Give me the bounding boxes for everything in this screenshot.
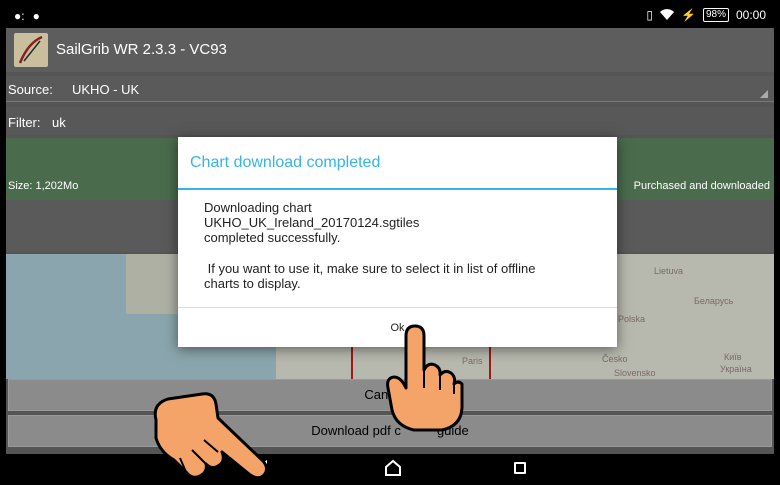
dialog-line: completed successfully. — [204, 230, 341, 245]
dialog-line: Downloading chart — [204, 200, 312, 215]
map-label-ukraina: Україна — [720, 364, 752, 374]
source-value: UKHO - UK — [72, 82, 140, 97]
dialog-line: charts to display. — [204, 276, 301, 291]
notification-icon: ●: — [14, 9, 25, 23]
status-bar: ●: ● ▯ ⚡ 98% 00:00 — [6, 4, 774, 28]
dialog-line: If you want to use it, make sure to sele… — [204, 261, 536, 276]
map-label-lietuva: Lietuva — [654, 266, 684, 276]
dialog-title: Chart download completed — [190, 154, 381, 171]
dialog-divider — [178, 188, 617, 190]
dropdown-arrow-icon — [760, 90, 768, 98]
vibrate-icon: ▯ — [646, 8, 653, 22]
dialog-line: UKHO_UK_Ireland_20170124.sgtiles — [204, 215, 420, 230]
hand-pointer-icon — [386, 324, 464, 432]
source-label: Source: — [8, 82, 53, 97]
filter-input[interactable] — [52, 111, 152, 133]
map-label-cesko: Česko — [602, 354, 628, 364]
map-label-belarus: Беларусь — [694, 296, 734, 306]
chart-size: Size: 1,202Mo — [8, 180, 79, 192]
android-icon: ● — [32, 9, 40, 23]
clock: 00:00 — [735, 8, 766, 22]
navigation-bar — [6, 454, 774, 482]
device-frame: ●: ● ▯ ⚡ 98% 00:00 SailGrib WR 2.3.3 - V… — [0, 0, 780, 485]
map-label-paris: Paris — [462, 356, 483, 366]
dialog-message: Downloading chart UKHO_UK_Ireland_201701… — [204, 200, 604, 291]
app-bar: SailGrib WR 2.3.3 - VC93 — [6, 28, 774, 72]
map-label-slovensko: Slovensko — [614, 368, 656, 378]
app-title: SailGrib WR 2.3.3 - VC93 — [56, 41, 227, 58]
map-label-kyiv: Київ — [724, 352, 742, 362]
filter-label: Filter: — [8, 115, 41, 130]
filter-row: Filter: — [6, 107, 774, 135]
source-dropdown[interactable]: Source: UKHO - UK — [6, 76, 774, 102]
app-logo — [14, 33, 48, 67]
wifi-icon — [660, 9, 674, 20]
battery-level: 98% — [702, 8, 729, 22]
recent-apps-icon[interactable] — [514, 462, 526, 474]
hand-pointer-icon — [153, 392, 269, 480]
chart-status: Purchased and downloaded — [633, 180, 770, 192]
screen: ●: ● ▯ ⚡ 98% 00:00 SailGrib WR 2.3.3 - V… — [6, 4, 774, 482]
charging-icon: ⚡ — [681, 8, 696, 22]
home-icon[interactable] — [384, 459, 402, 477]
map-label-polska: Polska — [618, 314, 646, 324]
download-complete-dialog: Chart download completed Downloading cha… — [178, 137, 617, 347]
